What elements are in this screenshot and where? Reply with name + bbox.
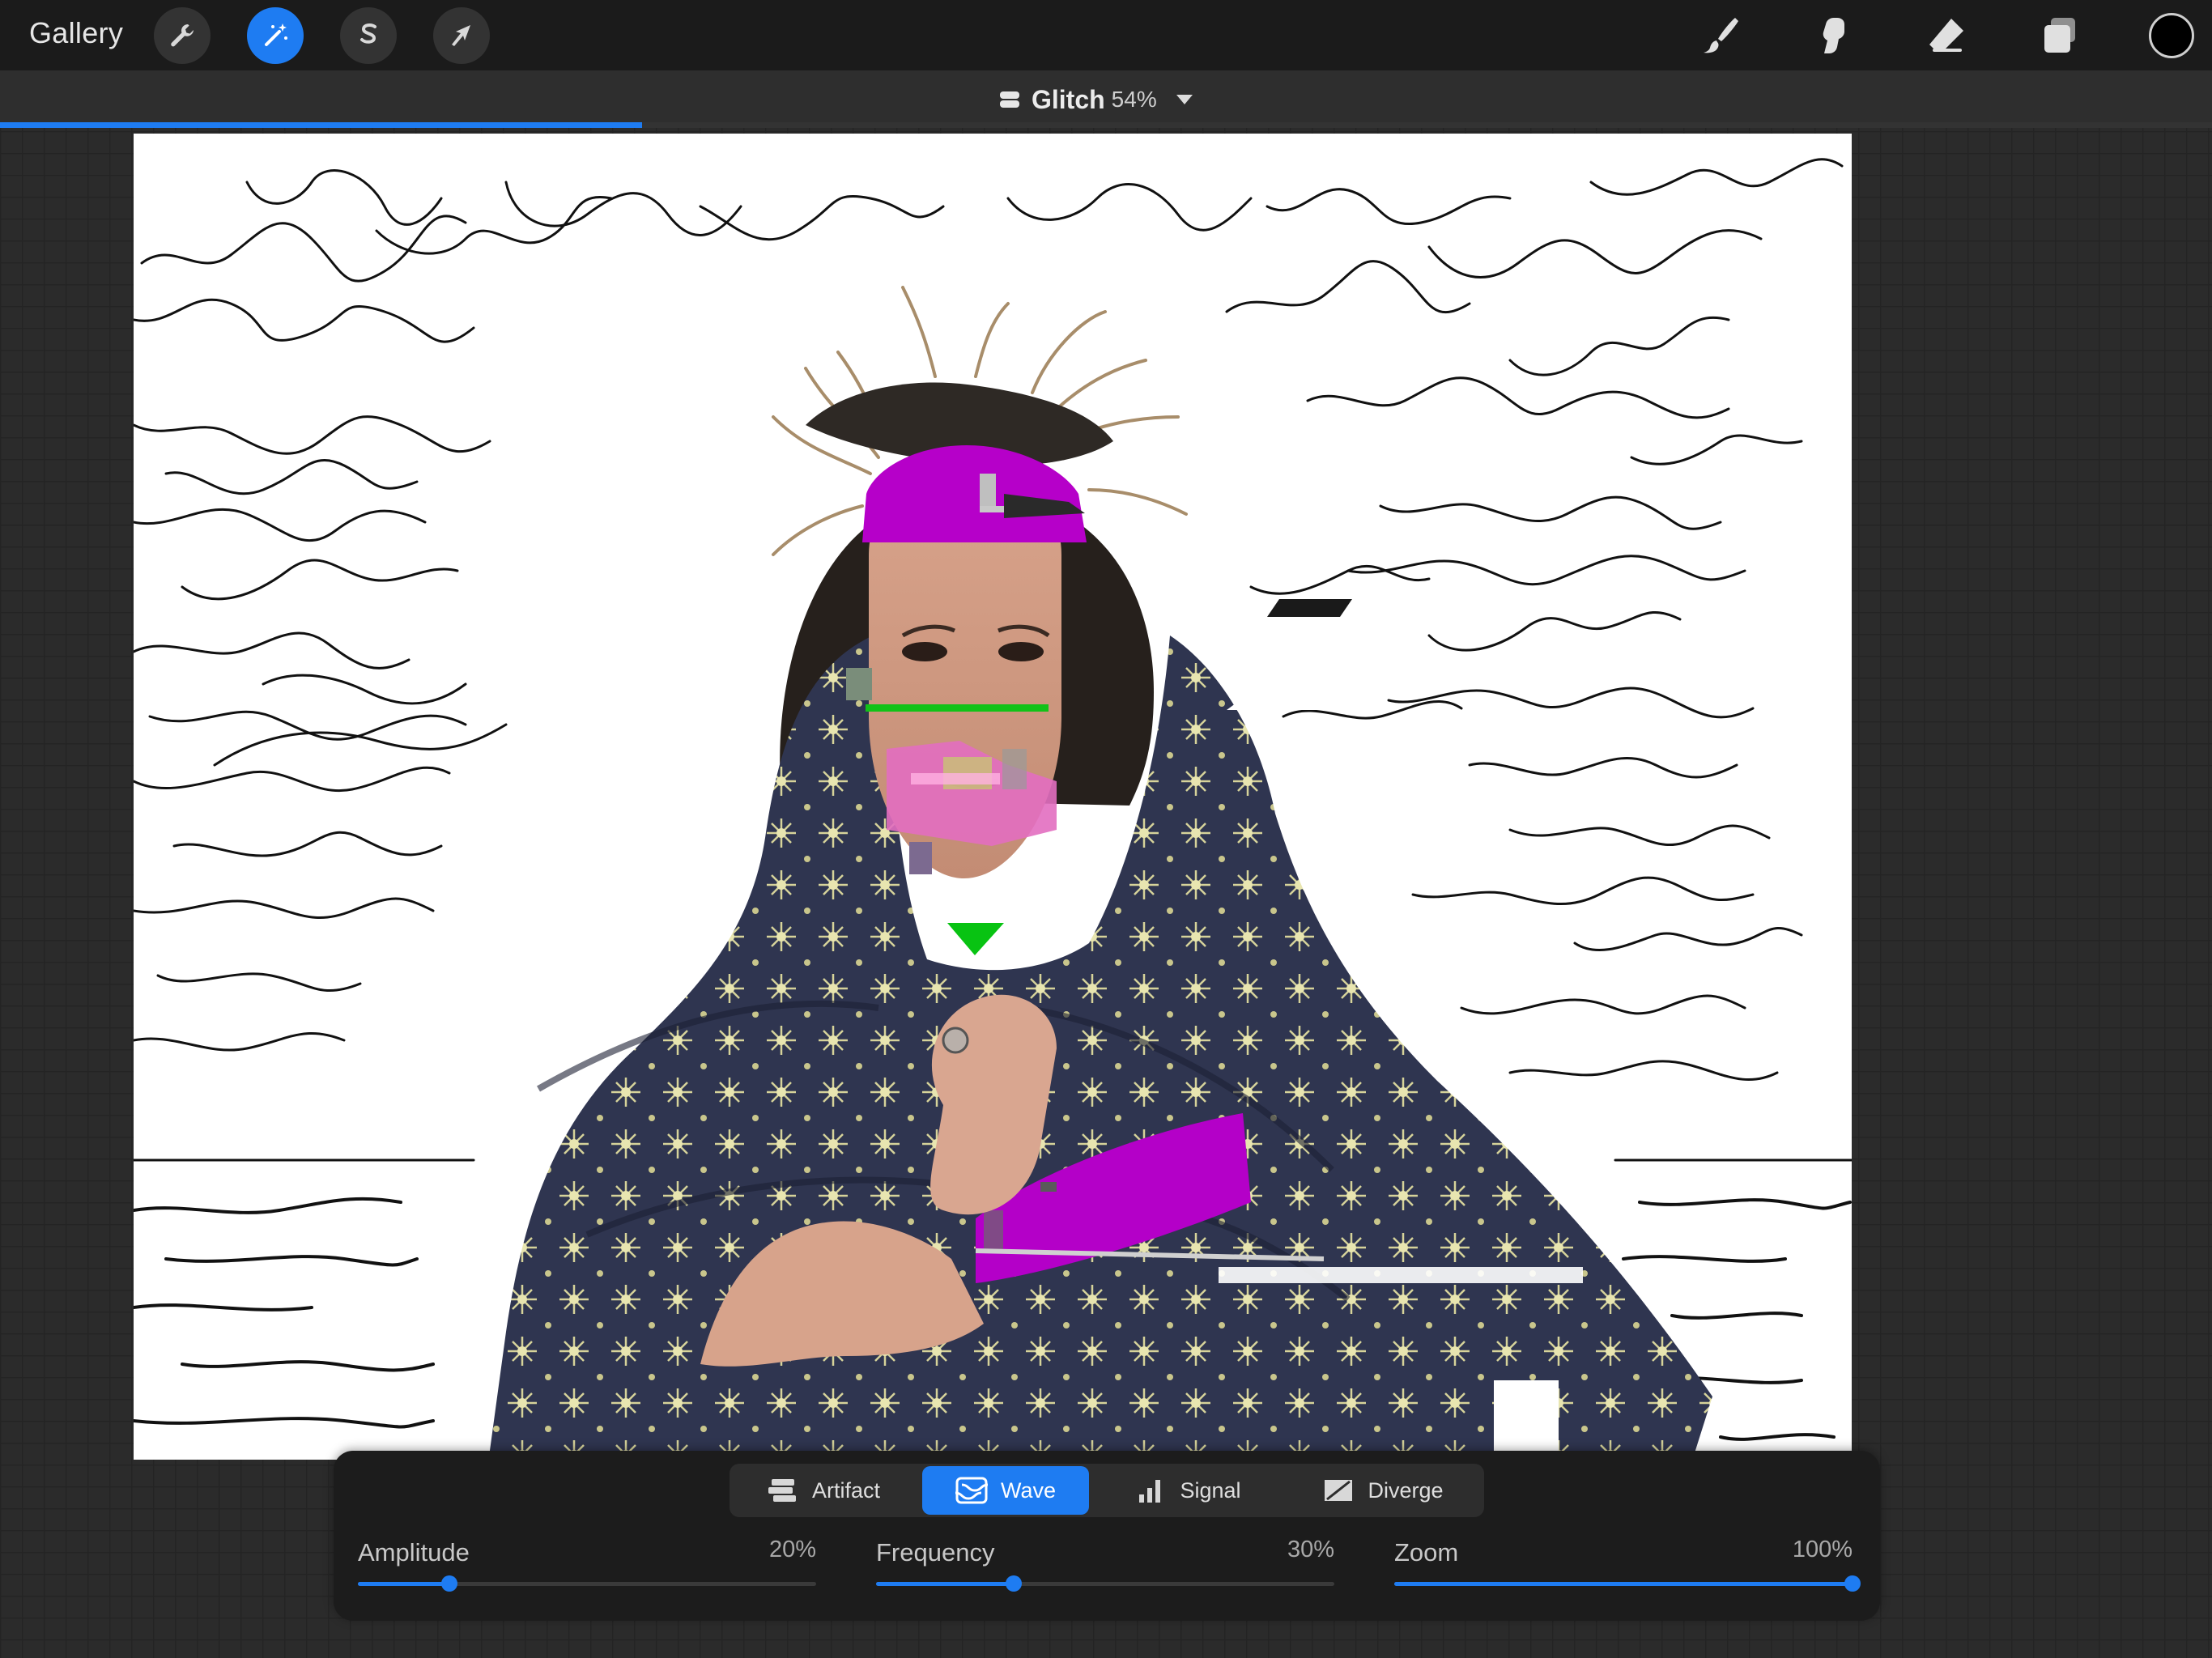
adjustment-percent: 54% bbox=[1111, 87, 1157, 112]
signal-bars-icon bbox=[1139, 1480, 1161, 1503]
amplitude-value: 20% bbox=[768, 1537, 816, 1562]
tab-diverge[interactable]: Diverge bbox=[1287, 1466, 1479, 1515]
glitch-settings-panel: Artifact Wave Signal Diverge Amplitude 2… bbox=[334, 1451, 1880, 1621]
frequency-value: 30% bbox=[1287, 1537, 1334, 1562]
zoom-fill bbox=[1394, 1582, 1853, 1586]
amplitude-knob[interactable] bbox=[441, 1575, 458, 1592]
selection-s-icon bbox=[360, 23, 376, 44]
adjustment-progress-bar[interactable] bbox=[0, 122, 2212, 128]
adjustment-header: Glitch 54% bbox=[0, 70, 2212, 127]
tab-signal-label: Signal bbox=[1180, 1477, 1241, 1503]
transform-arrow-icon bbox=[452, 25, 470, 46]
amplitude-label: Amplitude bbox=[358, 1538, 470, 1567]
zoom-track[interactable] bbox=[1394, 1575, 1861, 1592]
frequency-track[interactable] bbox=[876, 1575, 1334, 1592]
glitch-mode-segmented-control: Artifact Wave Signal Diverge bbox=[730, 1464, 1484, 1517]
tab-diverge-label: Diverge bbox=[1368, 1477, 1444, 1503]
layers-icon bbox=[2044, 18, 2075, 53]
wrench-icon bbox=[171, 24, 194, 47]
adjustment-progress-fill bbox=[0, 122, 642, 128]
adjustment-mode-pill[interactable]: Glitch 54% bbox=[999, 83, 1193, 116]
zoom-label: Zoom bbox=[1394, 1538, 1459, 1567]
wave-icon bbox=[955, 1477, 988, 1504]
brush-button[interactable] bbox=[1694, 10, 1746, 62]
chevron-down-icon[interactable] bbox=[1176, 95, 1193, 104]
brush-icon bbox=[1704, 18, 1738, 53]
eraser-button[interactable] bbox=[1921, 10, 1972, 62]
eraser-icon bbox=[1929, 19, 1963, 52]
frequency-label: Frequency bbox=[876, 1538, 995, 1567]
tab-artifact-label: Artifact bbox=[811, 1477, 881, 1503]
tab-wave[interactable]: Wave bbox=[922, 1466, 1089, 1515]
layer-stack-icon bbox=[1000, 91, 1019, 108]
artifact-icon bbox=[768, 1479, 796, 1502]
gallery-button[interactable]: Gallery bbox=[29, 16, 123, 50]
magic-wand-icon bbox=[265, 23, 287, 46]
drawing-canvas[interactable] bbox=[134, 134, 1852, 1460]
top-toolbar: Gallery bbox=[0, 0, 2212, 70]
transform-button[interactable] bbox=[433, 7, 490, 64]
amplitude-track[interactable] bbox=[358, 1575, 816, 1592]
smudge-icon bbox=[1823, 18, 1844, 53]
frequency-fill bbox=[876, 1582, 1014, 1586]
layers-button[interactable] bbox=[2034, 10, 2086, 62]
adjustment-name: Glitch bbox=[1032, 84, 1105, 114]
adjustments-wand-button[interactable] bbox=[247, 7, 304, 64]
frequency-knob[interactable] bbox=[1005, 1575, 1022, 1592]
zoom-knob[interactable] bbox=[1844, 1575, 1861, 1592]
selection-button[interactable] bbox=[340, 7, 397, 64]
zoom-value: 100% bbox=[1792, 1537, 1853, 1562]
smudge-button[interactable] bbox=[1807, 10, 1859, 62]
tab-wave-label: Wave bbox=[1000, 1477, 1056, 1503]
diverge-icon bbox=[1325, 1480, 1353, 1501]
amplitude-fill bbox=[358, 1582, 450, 1586]
tab-signal[interactable]: Signal bbox=[1099, 1466, 1277, 1515]
actions-wrench-button[interactable] bbox=[154, 7, 211, 64]
tab-artifact[interactable]: Artifact bbox=[734, 1466, 912, 1515]
color-swatch-button[interactable] bbox=[2149, 13, 2194, 58]
